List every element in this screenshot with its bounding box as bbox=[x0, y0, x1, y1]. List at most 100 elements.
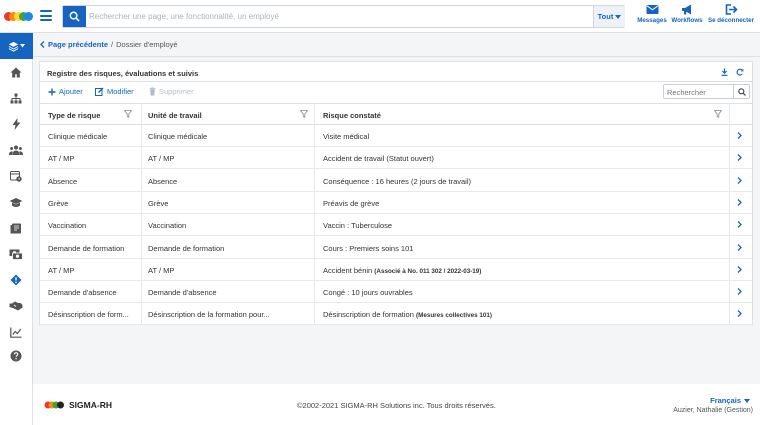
cell-work-unit: Vaccination bbox=[148, 221, 187, 231]
delete-button-label: Supprimer bbox=[159, 87, 194, 96]
cell-observed-risk: Visite médical bbox=[323, 132, 723, 141]
table-row[interactable]: Demande de formation Demande de formation… bbox=[40, 237, 752, 259]
search-icon[interactable] bbox=[63, 6, 86, 27]
chevron-right-icon[interactable] bbox=[737, 288, 742, 296]
filter-icon[interactable] bbox=[124, 110, 132, 118]
sidebar-item-modules[interactable] bbox=[0, 33, 33, 59]
org-chart-icon[interactable] bbox=[9, 91, 23, 105]
cell-observed-risk: Cours : Premiers soins 101 bbox=[323, 244, 723, 253]
chart-icon[interactable] bbox=[9, 325, 23, 339]
cell-observed-risk: Désinscription de formation (Mesures col… bbox=[323, 310, 723, 319]
people-icon[interactable] bbox=[9, 143, 23, 157]
column-header-observed-risk[interactable]: Risque constaté bbox=[323, 111, 381, 120]
observed-risk-text: Préavis de grève bbox=[323, 198, 380, 208]
cell-work-unit: Demande d'absence bbox=[148, 288, 217, 298]
filter-icon[interactable] bbox=[300, 110, 308, 118]
logout-button[interactable]: Se déconnecter bbox=[707, 4, 755, 30]
edit-button[interactable]: Modifier bbox=[95, 87, 134, 96]
handshake-icon[interactable] bbox=[9, 299, 23, 313]
cell-work-unit: Désinscription de la formation pour... bbox=[148, 310, 270, 320]
cell-observed-risk: Vaccin : Tuberculose bbox=[323, 221, 723, 230]
chevron-right-icon[interactable] bbox=[737, 310, 742, 318]
grid-search bbox=[663, 84, 750, 99]
risk-diamond-icon[interactable] bbox=[9, 273, 23, 287]
cell-work-unit: AT / MP bbox=[148, 154, 175, 164]
refresh-icon[interactable] bbox=[736, 68, 744, 76]
cell-risk-type: Désinscription de form... bbox=[48, 310, 129, 320]
table-row[interactable]: Absence Absence Conséquence : 16 heures (2… bbox=[40, 170, 752, 192]
cell-work-unit: Clinique médicale bbox=[148, 132, 208, 141]
table-row[interactable]: Désinscription de form... Désinscription … bbox=[40, 303, 752, 326]
chevron-right-icon[interactable] bbox=[737, 198, 742, 206]
money-icon[interactable] bbox=[9, 247, 23, 261]
plus-icon bbox=[48, 88, 56, 95]
download-icon[interactable] bbox=[721, 68, 728, 76]
chevron-right-icon[interactable] bbox=[737, 243, 742, 251]
chevron-right-icon[interactable] bbox=[737, 154, 742, 162]
search-scope-dropdown[interactable]: Tout bbox=[593, 6, 625, 27]
search-input[interactable] bbox=[89, 6, 589, 27]
bolt-icon[interactable] bbox=[9, 117, 23, 131]
observed-risk-note: (Mesures collectives 101) bbox=[415, 312, 492, 320]
divider bbox=[33, 56, 760, 57]
copyright: ©2002-2021 SIGMA-RH Solutions inc. Tous … bbox=[297, 401, 496, 410]
language-selector[interactable]: Français bbox=[710, 396, 750, 405]
footer: SIGMA-RH ©2002-2021 SIGMA-RH Solutions i… bbox=[33, 384, 760, 425]
table-row[interactable]: Clinique médicale Clinique médicale Visite… bbox=[40, 125, 752, 147]
column-header-risk-type[interactable]: Type de risque bbox=[48, 111, 100, 120]
home-icon[interactable] bbox=[9, 65, 23, 79]
observed-risk-text: Conséquence : 16 heures (2 jours de trav… bbox=[323, 176, 472, 186]
cell-observed-risk: Accident de travail (Statut ouvert) bbox=[323, 154, 723, 163]
delete-button[interactable]: Supprimer bbox=[149, 87, 194, 96]
logo-dot-blue bbox=[24, 12, 33, 21]
help-icon[interactable] bbox=[9, 349, 23, 363]
book-icon[interactable] bbox=[9, 221, 23, 235]
search-icon[interactable] bbox=[733, 85, 749, 98]
current-user: Auzier, Nathalie (Gestion) bbox=[673, 407, 753, 414]
cell-risk-type: Demande d'absence bbox=[48, 288, 117, 298]
workflows-button[interactable]: Workflows bbox=[670, 4, 704, 30]
layers-icon bbox=[8, 41, 19, 52]
table-row[interactable]: Grève Grève Préavis de grève bbox=[40, 192, 752, 214]
filter-icon[interactable] bbox=[714, 110, 722, 118]
observed-risk-text: Accident de travail (Statut ouvert) bbox=[323, 154, 434, 164]
table-row[interactable]: AT / MP AT / MP Accident bénin (Associé à … bbox=[40, 259, 752, 281]
grid-search-input[interactable] bbox=[667, 86, 731, 98]
back-link[interactable]: Page précédente bbox=[48, 40, 108, 49]
cell-risk-type: AT / MP bbox=[48, 265, 75, 275]
chevron-right-icon[interactable] bbox=[737, 176, 742, 184]
chevron-down-icon bbox=[20, 44, 25, 48]
workflows-label: Workflows bbox=[671, 17, 703, 24]
chevron-right-icon[interactable] bbox=[737, 221, 742, 229]
calendar-icon[interactable] bbox=[9, 169, 23, 183]
table-row[interactable]: AT / MP AT / MP Accident de travail (Statu… bbox=[40, 147, 752, 170]
cell-risk-type: AT / MP bbox=[48, 154, 75, 164]
app-logo[interactable] bbox=[4, 11, 33, 23]
menu-icon[interactable] bbox=[40, 10, 52, 21]
column-header-work-unit[interactable]: Unité de travail bbox=[148, 111, 202, 120]
envelope-icon bbox=[646, 5, 658, 14]
observed-risk-note: (Associé à No. 011 302 / 2022-03-19) bbox=[374, 267, 482, 275]
edit-icon bbox=[95, 87, 104, 96]
cell-observed-risk: Accident bénin (Associé à No. 011 302 / … bbox=[323, 266, 723, 275]
messages-button[interactable]: Messages bbox=[636, 4, 668, 30]
add-button[interactable]: Ajouter bbox=[48, 87, 83, 96]
trash-icon bbox=[149, 87, 156, 96]
breadcrumb-separator: / bbox=[111, 40, 114, 49]
graduation-cap-icon[interactable] bbox=[9, 195, 23, 209]
cell-risk-type: Clinique médicale bbox=[48, 132, 108, 141]
sidebar bbox=[0, 33, 33, 425]
edit-button-label: Modifier bbox=[107, 87, 134, 96]
cell-observed-risk: Préavis de grève bbox=[323, 199, 723, 208]
footer-brand: SIGMA-RH bbox=[69, 400, 112, 410]
footer-logo: SIGMA-RH bbox=[44, 400, 112, 410]
table-row[interactable]: Demande d'absence Demande d'absence Congé … bbox=[40, 281, 752, 304]
chevron-right-icon[interactable] bbox=[737, 265, 742, 273]
chevron-down-icon bbox=[615, 14, 622, 19]
chevron-right-icon[interactable] bbox=[737, 132, 742, 139]
add-button-label: Ajouter bbox=[59, 87, 83, 96]
logout-icon bbox=[725, 4, 738, 15]
observed-risk-text: Visite médical bbox=[323, 132, 370, 141]
table-row[interactable]: Vaccination Vaccination Vaccin : Tuberculo… bbox=[40, 214, 752, 237]
top-bar: Tout Messages Workflows Se déconnecter bbox=[0, 0, 760, 33]
